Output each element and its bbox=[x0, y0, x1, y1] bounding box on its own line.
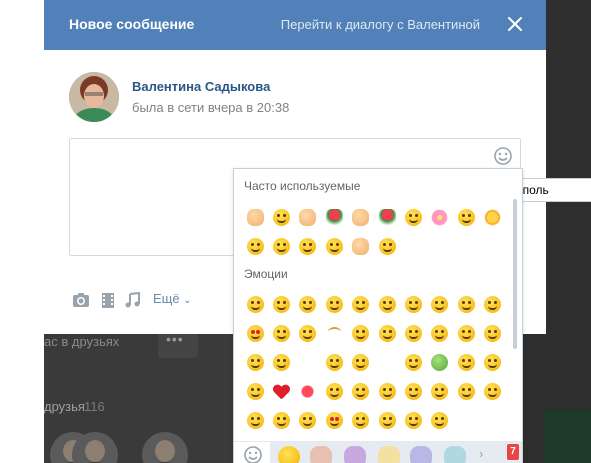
sticker-tab[interactable] bbox=[444, 446, 466, 463]
open-mouth-emoji[interactable] bbox=[400, 377, 426, 406]
smile-emoji[interactable] bbox=[295, 290, 321, 319]
kissing-emoji[interactable] bbox=[321, 377, 347, 406]
modal-title: Новое сообщение bbox=[69, 16, 195, 32]
blush-emoji[interactable] bbox=[453, 290, 479, 319]
sticker-tab[interactable] bbox=[410, 446, 432, 463]
hugging-emoji[interactable] bbox=[480, 290, 506, 319]
emoji-tabs-bar: › 7 bbox=[234, 441, 522, 463]
grimace-emoji[interactable] bbox=[400, 319, 426, 348]
grinning-emoji[interactable] bbox=[268, 290, 294, 319]
emoji-scroll-area[interactable]: Часто используемые Эмоции bbox=[234, 169, 522, 435]
wink-emoji[interactable] bbox=[400, 290, 426, 319]
hushed-emoji[interactable] bbox=[374, 377, 400, 406]
grin-emoji[interactable] bbox=[242, 290, 268, 319]
sticker-count-badge: 7 bbox=[507, 444, 519, 460]
fearful-emoji[interactable] bbox=[348, 348, 374, 377]
kiss-lips-emoji[interactable] bbox=[295, 377, 321, 406]
chevron-down-icon: ⌄ bbox=[183, 295, 192, 306]
eyebrow-raise-emoji[interactable] bbox=[321, 319, 347, 348]
unamused-emoji[interactable] bbox=[374, 319, 400, 348]
smile-icon[interactable] bbox=[243, 445, 263, 463]
sob-emoji[interactable] bbox=[427, 319, 453, 348]
rose-emoji[interactable] bbox=[321, 203, 347, 232]
thinking-emoji[interactable] bbox=[480, 377, 506, 406]
scream-emoji[interactable] bbox=[480, 319, 506, 348]
rofl-emoji[interactable] bbox=[348, 290, 374, 319]
hugging-face-emoji[interactable] bbox=[400, 406, 426, 435]
nauseated-emoji[interactable] bbox=[427, 348, 453, 377]
flushed-emoji[interactable] bbox=[453, 348, 479, 377]
music-note-icon[interactable] bbox=[123, 290, 143, 310]
crazy-emoji[interactable] bbox=[427, 290, 453, 319]
sticker-tab[interactable] bbox=[344, 446, 366, 463]
chevron-right-icon[interactable]: › bbox=[479, 446, 483, 461]
rolling-eyes-emoji[interactable] bbox=[321, 348, 347, 377]
point-right-emoji[interactable] bbox=[242, 203, 268, 232]
scared-emoji[interactable] bbox=[427, 377, 453, 406]
heart-eyes-emoji[interactable] bbox=[242, 319, 268, 348]
squint-laugh-emoji[interactable] bbox=[374, 232, 400, 261]
smile-emoji[interactable] bbox=[242, 232, 268, 261]
angry-emoji[interactable] bbox=[242, 406, 268, 435]
recipient-name[interactable]: Валентина Садыкова bbox=[132, 79, 270, 94]
smile-icon[interactable] bbox=[493, 146, 513, 166]
more-attachments-button[interactable]: Ещё ⌄ bbox=[153, 291, 192, 306]
film-icon[interactable] bbox=[98, 290, 118, 310]
sleepy-emoji[interactable] bbox=[348, 406, 374, 435]
sticker-tab[interactable] bbox=[310, 446, 332, 463]
close-icon[interactable] bbox=[506, 15, 524, 33]
rage-emoji[interactable] bbox=[268, 406, 294, 435]
grinning-emoji[interactable] bbox=[268, 232, 294, 261]
empty-emoji bbox=[295, 348, 321, 377]
camera-icon[interactable] bbox=[71, 290, 91, 310]
smirk-emoji[interactable] bbox=[374, 290, 400, 319]
emotions-emoji-grid bbox=[242, 290, 512, 435]
frown-emoji[interactable] bbox=[400, 203, 426, 232]
emoji-panel: Часто используемые Эмоции › 7 bbox=[233, 168, 523, 463]
neutral-emoji[interactable] bbox=[242, 348, 268, 377]
heart-emoji[interactable] bbox=[268, 377, 294, 406]
tulip-emoji[interactable] bbox=[374, 203, 400, 232]
smirk-face-emoji[interactable] bbox=[295, 406, 321, 435]
tired-emoji[interactable] bbox=[295, 232, 321, 261]
goto-dialog-link[interactable]: Перейти к диалогу с Валентиной bbox=[281, 17, 480, 32]
sunglasses-emoji[interactable] bbox=[268, 319, 294, 348]
shush-emoji[interactable] bbox=[374, 406, 400, 435]
background-photo bbox=[544, 410, 591, 463]
empty-emoji bbox=[374, 348, 400, 377]
friends-section-title: друзья bbox=[44, 399, 85, 414]
tongue-emoji[interactable] bbox=[321, 290, 347, 319]
wink-emoji[interactable] bbox=[321, 232, 347, 261]
rolling-eyes-emoji[interactable] bbox=[295, 319, 321, 348]
tears-of-joy-emoji[interactable] bbox=[242, 377, 268, 406]
kiss-heart-emoji[interactable] bbox=[321, 406, 347, 435]
joy-emoji[interactable] bbox=[480, 348, 506, 377]
emotions-section-title: Эмоции bbox=[244, 267, 288, 281]
emoji-scrollbar[interactable] bbox=[513, 199, 517, 349]
unamused-emoji[interactable] bbox=[268, 348, 294, 377]
raised-hand-emoji[interactable] bbox=[348, 232, 374, 261]
sticker-tab[interactable] bbox=[278, 446, 300, 463]
grin-emoji[interactable] bbox=[268, 203, 294, 232]
frequent-emoji-grid bbox=[242, 203, 512, 261]
recipient-avatar[interactable] bbox=[69, 72, 119, 122]
dizzy-emoji[interactable] bbox=[453, 377, 479, 406]
friends-count: 116 bbox=[84, 399, 105, 414]
astonished-emoji[interactable] bbox=[400, 348, 426, 377]
modal-header: Новое сообщение Перейти к диалогу с Вале… bbox=[44, 0, 546, 50]
sun-emoji[interactable] bbox=[480, 203, 506, 232]
hushed-emoji[interactable] bbox=[348, 319, 374, 348]
thumbs-up-emoji[interactable] bbox=[348, 203, 374, 232]
cherry-blossom-emoji[interactable] bbox=[427, 203, 453, 232]
sticker-tab[interactable] bbox=[378, 446, 400, 463]
point-up-emoji[interactable] bbox=[295, 203, 321, 232]
frequent-section-title: Часто используемые bbox=[244, 179, 361, 193]
more-label: Ещё bbox=[153, 291, 180, 306]
weary-emoji[interactable] bbox=[453, 319, 479, 348]
neutral-emoji[interactable] bbox=[453, 203, 479, 232]
relieved-emoji[interactable] bbox=[348, 377, 374, 406]
recipient-status: была в сети вчера в 20:38 bbox=[132, 100, 290, 115]
friends-status-link: ас в друзьях bbox=[44, 334, 120, 349]
hmm-emoji[interactable] bbox=[427, 406, 453, 435]
